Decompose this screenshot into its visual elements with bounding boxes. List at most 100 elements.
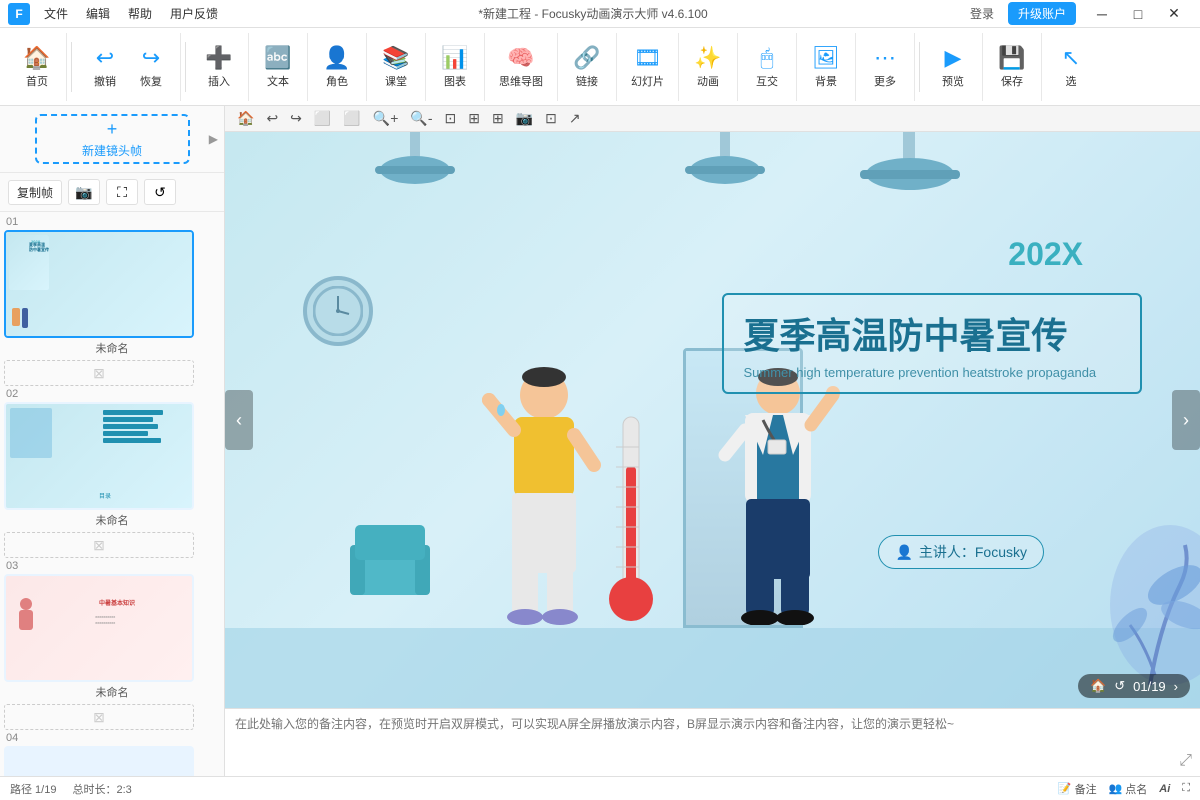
zoomin-icon[interactable]: 🔍+ <box>369 108 403 129</box>
chart-icon: 📊 <box>441 45 468 71</box>
slide-thumb-1[interactable]: 202X 夏季高温防中暑宣传 <box>4 230 194 338</box>
layer-icon[interactable]: ⊡ <box>541 108 561 129</box>
fullscreen-button[interactable]: ⛶ <box>106 179 138 205</box>
slide-add-2[interactable]: ⊠ <box>4 532 194 558</box>
more-label: 更多 <box>874 73 896 89</box>
lamp-mid <box>685 132 765 190</box>
select-label: 选 <box>1066 73 1077 89</box>
notes-label: 备注 <box>1075 781 1097 797</box>
main-toolbar: 🏠 首页 ↩ 撤销 ↪ 恢复 ➕ 插入 🔤 文本 <box>0 28 1200 106</box>
fullscreen-icon: ⛶ <box>117 184 127 201</box>
slide-actions: 复制帧 📷 ⛶ ↺ <box>0 173 224 212</box>
nav-next-button[interactable]: › <box>1172 390 1200 450</box>
role-button[interactable]: 👤 角色 <box>314 41 360 93</box>
copy-small-icon[interactable]: ⬜ <box>310 108 335 129</box>
sidebar-collapse-button[interactable]: ▶ <box>209 132 218 146</box>
menu-file[interactable]: 文件 <box>36 3 76 24</box>
mindmap-button[interactable]: 🧠 思维导图 <box>491 41 551 93</box>
login-button[interactable]: 登录 <box>960 3 1004 24</box>
insert-button[interactable]: ➕ 插入 <box>196 41 242 93</box>
link-button[interactable]: 🔗 链接 <box>564 41 610 93</box>
toolbar-preview-group: ▶ 预览 <box>924 33 983 101</box>
chart-button[interactable]: 📊 图表 <box>432 41 478 93</box>
notes-expand-button[interactable]: ⤢ <box>1179 752 1192 770</box>
callout-button[interactable]: 👥 点名 <box>1109 781 1148 797</box>
slide-title-chinese: 夏季高温防中暑宣传 <box>744 307 1120 359</box>
bg-button[interactable]: 🖼 背景 <box>803 41 849 93</box>
new-frame-section: + 新建镜头帧 ▶ <box>0 106 224 173</box>
toolbar-text-group: 🔤 文本 <box>249 33 308 101</box>
slide-thumb-3[interactable]: 中暑基本知识 xxxxxxxxxxxxxxxxxxxx <box>4 574 194 682</box>
slide-add-1[interactable]: ⊠ <box>4 360 194 386</box>
slide-button[interactable]: 🎞 幻灯片 <box>623 41 672 93</box>
status-right: 📝 备注 👥 点名 Ai ⛶ <box>1058 781 1190 797</box>
select-button[interactable]: ↖ 选 <box>1048 41 1094 93</box>
grid-icon[interactable]: ⊞ <box>488 108 508 129</box>
toolbar-mindmap-group: 🧠 思维导图 <box>485 33 558 101</box>
app-icon: F <box>8 3 30 25</box>
copy-frame-button[interactable]: 复制帧 <box>8 180 62 205</box>
thermometer <box>596 407 666 630</box>
maximize-button[interactable]: □ <box>1120 0 1156 28</box>
rotate-button[interactable]: ↺ <box>144 179 176 205</box>
photo-icon[interactable]: 📷 <box>512 108 537 129</box>
slide-canvas: 202X 夏季高温防中暑宣传 Summer high temperature p… <box>225 132 1200 708</box>
role-label: 角色 <box>326 73 348 89</box>
redo-button[interactable]: ↪ 恢复 <box>128 41 174 93</box>
interact-button[interactable]: 🖱 互交 <box>744 41 790 93</box>
preview-button[interactable]: ▶ 预览 <box>930 41 976 93</box>
ai-label: Ai <box>1159 783 1170 795</box>
new-frame-label: 新建镜头帧 <box>82 142 142 159</box>
new-frame-button[interactable]: + 新建镜头帧 <box>35 114 190 164</box>
doctor-figure <box>713 365 843 628</box>
main-layout: + 新建镜头帧 ▶ 复制帧 📷 ⛶ ↺ 01 202X 夏季高温 <box>0 106 1200 776</box>
slide-panel: + 新建镜头帧 ▶ 复制帧 📷 ⛶ ↺ 01 202X 夏季高温 <box>0 106 225 776</box>
indicator-home-icon[interactable]: 🏠 <box>1090 678 1106 694</box>
slide-name-1: 未命名 <box>4 340 220 356</box>
align-icon[interactable]: ⊞ <box>464 108 484 129</box>
fullscreen-status-button[interactable]: ⛶ <box>1182 782 1190 795</box>
home-button[interactable]: 🏠 首页 <box>14 41 60 93</box>
menu-feedback[interactable]: 用户反馈 <box>162 3 226 24</box>
slide-thumb-4[interactable] <box>4 746 194 776</box>
menu-edit[interactable]: 编辑 <box>78 3 118 24</box>
close-button[interactable]: ✕ <box>1156 0 1192 28</box>
interact-label: 互交 <box>756 73 778 89</box>
menu-help[interactable]: 帮助 <box>120 3 160 24</box>
fit-icon[interactable]: ⊡ <box>440 108 460 129</box>
export-icon[interactable]: ↗ <box>565 108 585 129</box>
upgrade-button[interactable]: 升级账户 <box>1008 2 1076 25</box>
slide-add-3[interactable]: ⊠ <box>4 704 194 730</box>
class-button[interactable]: 📚 课堂 <box>373 41 419 93</box>
nav-prev-button[interactable]: ‹ <box>225 390 253 450</box>
slide-presenter: 👤 主讲人：Focusky <box>878 535 1044 569</box>
paste-small-icon[interactable]: ⬜ <box>339 108 364 129</box>
anim-button[interactable]: ✨ 动画 <box>685 41 731 93</box>
minimize-button[interactable]: ─ <box>1084 0 1120 28</box>
notes-input[interactable] <box>235 715 1190 763</box>
text-button[interactable]: 🔤 文本 <box>255 41 301 93</box>
title-bar: F 文件 编辑 帮助 用户反馈 *新建工程 - Focusky动画演示大师 v4… <box>0 0 1200 28</box>
lamp-right <box>860 132 960 195</box>
redo-small-icon[interactable]: ↪ <box>286 108 306 129</box>
zoomout-icon[interactable]: 🔍- <box>406 108 436 129</box>
camera-button[interactable]: 📷 <box>68 179 100 205</box>
slide-year: 202X <box>1008 236 1083 273</box>
notes-status-button[interactable]: 📝 备注 <box>1058 781 1097 797</box>
slide-icon: 🎞 <box>634 45 662 71</box>
home-small-icon[interactable]: 🏠 <box>233 108 258 129</box>
class-label: 课堂 <box>385 73 407 89</box>
undo-small-icon[interactable]: ↩ <box>262 108 282 129</box>
more-button[interactable]: ⋯ 更多 <box>862 41 908 93</box>
undo-button[interactable]: ↩ 撤销 <box>82 41 128 93</box>
text-icon: 🔤 <box>264 45 291 71</box>
save-button[interactable]: 💾 保存 <box>989 41 1035 93</box>
status-bar: 路径 1/19 总时长：2:3 📝 备注 👥 点名 Ai ⛶ <box>0 776 1200 800</box>
chart-label: 图表 <box>444 73 466 89</box>
ai-button[interactable]: Ai <box>1159 783 1170 795</box>
toolbar-home-group: 🏠 首页 <box>8 33 67 101</box>
indicator-next-icon[interactable]: › <box>1174 679 1178 694</box>
indicator-replay-icon[interactable]: ↺ <box>1114 678 1125 694</box>
slide-title-box: 夏季高温防中暑宣传 Summer high temperature preven… <box>722 293 1142 394</box>
slide-thumb-2[interactable]: 目录 <box>4 402 194 510</box>
